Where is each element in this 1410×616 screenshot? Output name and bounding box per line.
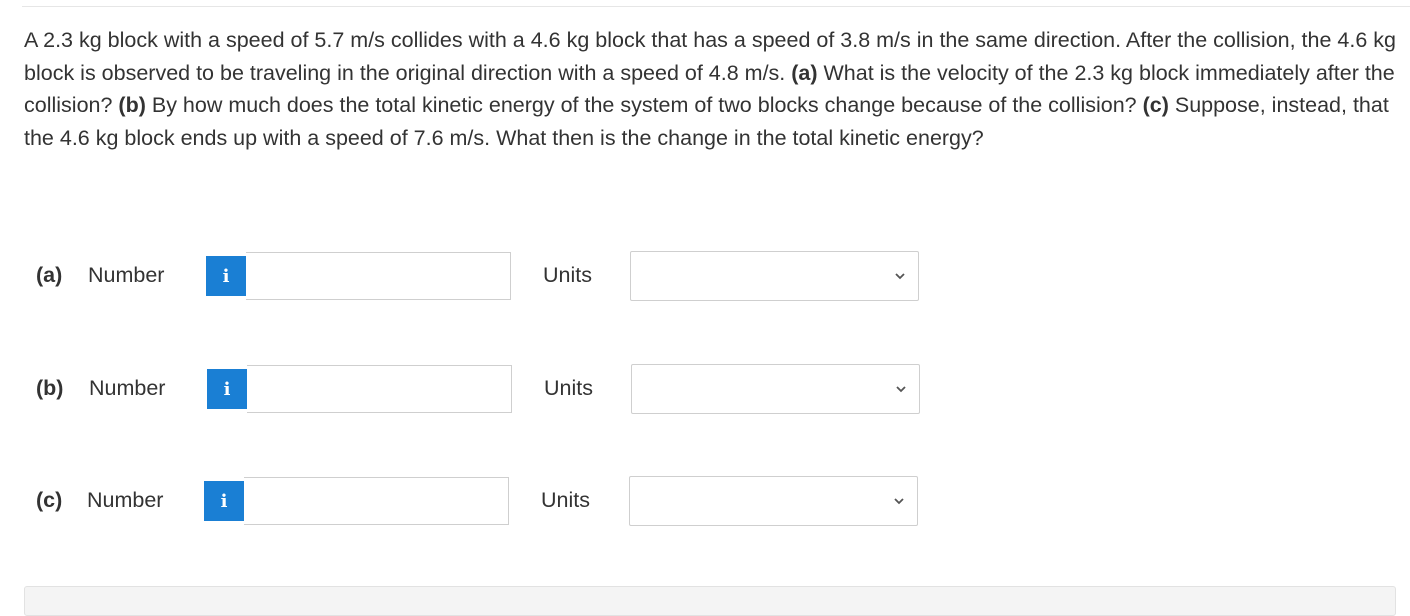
info-icon[interactable]: i <box>206 256 246 296</box>
units-select-c[interactable] <box>629 476 918 526</box>
part-label-b: (b) <box>36 376 64 400</box>
chevron-down-icon <box>896 386 906 393</box>
question-part-3: By how much does the total kinetic energ… <box>145 93 1143 117</box>
number-input-b[interactable] <box>247 365 512 413</box>
number-label-a: Number <box>88 263 165 287</box>
chevron-down-icon <box>894 498 904 505</box>
part-label-a: (a) <box>36 263 63 287</box>
question-tag-b: (b) <box>118 93 146 117</box>
number-input-c[interactable] <box>244 477 509 525</box>
number-label-b: Number <box>89 376 166 400</box>
units-select-b[interactable] <box>631 364 920 414</box>
units-select-a[interactable] <box>630 251 919 301</box>
top-divider <box>22 6 1410 7</box>
units-label-c: Units <box>541 488 590 512</box>
units-label-b: Units <box>544 376 593 400</box>
bottom-panel <box>24 586 1396 616</box>
chevron-down-icon <box>895 273 905 280</box>
question-text: A 2.3 kg block with a speed of 5.7 m/s c… <box>24 24 1402 154</box>
question-tag-c: (c) <box>1142 93 1169 117</box>
part-label-c: (c) <box>36 488 63 512</box>
question-tag-a: (a) <box>791 60 818 85</box>
units-label-a: Units <box>543 263 592 287</box>
number-input-a[interactable] <box>246 252 511 300</box>
number-label-c: Number <box>87 488 164 512</box>
info-icon[interactable]: i <box>207 369 247 409</box>
info-icon[interactable]: i <box>204 481 244 521</box>
